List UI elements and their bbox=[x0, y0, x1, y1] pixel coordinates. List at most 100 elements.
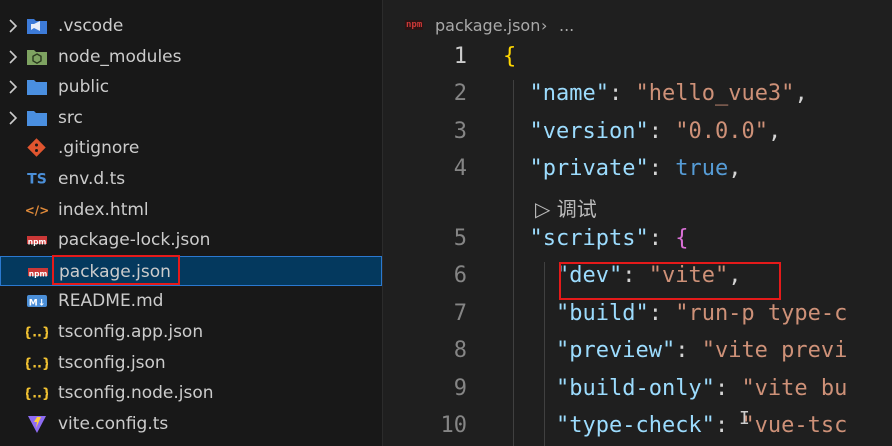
explorer-item-label: public bbox=[58, 77, 110, 98]
explorer-item-label: package.json bbox=[59, 261, 171, 282]
code-token: true bbox=[675, 156, 729, 181]
explorer-folder[interactable]: src bbox=[0, 103, 382, 133]
explorer-item-label: tsconfig.node.json bbox=[58, 383, 214, 404]
line-number: 3 bbox=[453, 119, 467, 144]
markdown-icon: M↓ bbox=[26, 291, 48, 311]
chevron-right-icon[interactable] bbox=[6, 18, 20, 34]
breadcrumb: npm package.json › ... bbox=[383, 12, 892, 40]
code-line[interactable]: "version": "0.0.0", bbox=[503, 119, 782, 144]
git-icon bbox=[26, 138, 48, 158]
line-number: 5 bbox=[453, 226, 467, 251]
code-token: : bbox=[608, 81, 636, 106]
code-token: "vue-tsc bbox=[741, 413, 848, 438]
svg-text:npm: npm bbox=[28, 238, 47, 247]
code-line[interactable]: "dev": "vite", bbox=[503, 263, 741, 288]
chevron-right-icon[interactable] bbox=[6, 110, 20, 126]
code-token: , bbox=[767, 119, 782, 144]
indent-guide bbox=[513, 80, 514, 446]
code-token: "dev" bbox=[555, 263, 623, 288]
line-number: 1 bbox=[453, 44, 467, 69]
explorer-file[interactable]: M↓ README.md bbox=[0, 286, 382, 316]
file-explorer: .vscode node_modulespublic src .gitignore TS… bbox=[0, 0, 383, 446]
explorer-item-label: .vscode bbox=[58, 16, 124, 36]
breadcrumb-file[interactable]: package.json bbox=[435, 16, 540, 35]
line-number: 4 bbox=[453, 156, 467, 181]
code-token: : bbox=[714, 376, 742, 401]
indent-guide bbox=[544, 262, 545, 446]
line-number: 7 bbox=[453, 301, 467, 326]
code-line[interactable]: "scripts": { bbox=[503, 226, 689, 251]
code-token: : bbox=[648, 156, 676, 181]
vscode-folder-icon bbox=[26, 16, 48, 36]
explorer-file[interactable]: npm package.json bbox=[0, 255, 382, 286]
vite-icon bbox=[26, 414, 48, 434]
debug-codelens[interactable]: ▷ 调试 bbox=[535, 193, 597, 222]
explorer-item-label: tsconfig.app.json bbox=[58, 322, 204, 342]
code-line[interactable]: "build-only": "vite bu bbox=[503, 376, 847, 401]
svg-text:{..}: {..} bbox=[26, 326, 48, 341]
explorer-file[interactable]: .gitignore bbox=[0, 133, 382, 163]
code-line[interactable]: { bbox=[503, 44, 516, 69]
line-number: 10 bbox=[440, 413, 468, 438]
npm-icon: npm bbox=[26, 230, 48, 250]
svg-text:</>: </> bbox=[26, 203, 48, 217]
code-token: "build" bbox=[555, 301, 649, 326]
json-icon: {..} bbox=[23, 322, 51, 342]
breadcrumb-more[interactable]: ... bbox=[559, 16, 574, 35]
code-line[interactable]: "private": true, bbox=[503, 156, 742, 181]
code-token: "private" bbox=[529, 156, 649, 181]
folder-icon bbox=[26, 108, 48, 128]
explorer-file[interactable]: </> index.html bbox=[0, 195, 382, 225]
code-line[interactable]: "type-check": "vue-tsc bbox=[503, 413, 847, 438]
svg-text:TS: TS bbox=[27, 172, 47, 188]
code-token: "build-only" bbox=[555, 376, 715, 401]
line-number: 9 bbox=[453, 376, 467, 401]
text-cursor-icon: I bbox=[739, 408, 750, 429]
svg-text:{..}: {..} bbox=[26, 356, 48, 371]
npm-icon: npm bbox=[405, 20, 424, 30]
explorer-file[interactable]: npm package-lock.json bbox=[0, 225, 382, 255]
code-editor[interactable]: npm package.json › ... 1 2 3 4 5 6 7 8 9 10 { "na… bbox=[383, 0, 892, 446]
explorer-item-label: tsconfig.json bbox=[58, 352, 166, 373]
code-token: "run-p type-c bbox=[675, 301, 848, 326]
code-token: "vite previ bbox=[701, 338, 848, 363]
explorer-folder[interactable]: public bbox=[0, 72, 382, 102]
line-number: 6 bbox=[453, 263, 467, 288]
code-token: "hello_vue3" bbox=[635, 81, 795, 106]
code-token: : bbox=[648, 119, 676, 144]
code-token: "vite" bbox=[648, 263, 729, 288]
explorer-item-label: .gitignore bbox=[58, 138, 140, 159]
code-token: , bbox=[728, 263, 742, 288]
code-line[interactable]: "name": "hello_vue3", bbox=[503, 81, 808, 106]
svg-text:npm: npm bbox=[29, 269, 48, 278]
explorer-file[interactable]: {..} tsconfig.json bbox=[0, 348, 382, 378]
html-icon: </> bbox=[25, 200, 50, 220]
code-line[interactable]: "preview": "vite previ bbox=[503, 338, 847, 363]
code-token: , bbox=[728, 156, 742, 181]
explorer-file[interactable]: TS env.d.ts bbox=[0, 164, 382, 194]
code-token: : bbox=[675, 338, 702, 363]
svg-text:{..}: {..} bbox=[26, 387, 48, 402]
explorer-file[interactable]: {..} tsconfig.app.json bbox=[0, 317, 382, 347]
explorer-item-label: env.d.ts bbox=[58, 169, 126, 189]
code-line[interactable]: "build": "run-p type-c bbox=[503, 301, 847, 326]
code-token: "preview" bbox=[555, 338, 676, 363]
explorer-item-label: node_modules bbox=[58, 46, 182, 67]
code-token: "name" bbox=[529, 81, 609, 106]
chevron-right-icon[interactable] bbox=[6, 49, 20, 65]
svg-text:M↓: M↓ bbox=[29, 299, 46, 309]
explorer-file[interactable]: vite.config.ts bbox=[0, 409, 382, 439]
code-token: : bbox=[648, 226, 676, 251]
chevron-right-icon[interactable] bbox=[6, 79, 20, 95]
code-token: { bbox=[675, 226, 689, 251]
explorer-folder[interactable]: .vscode bbox=[0, 11, 382, 41]
explorer-item-label: src bbox=[58, 107, 83, 128]
explorer-folder[interactable]: node_modules bbox=[0, 42, 382, 72]
explorer-file[interactable]: {..} tsconfig.node.json bbox=[0, 378, 382, 408]
